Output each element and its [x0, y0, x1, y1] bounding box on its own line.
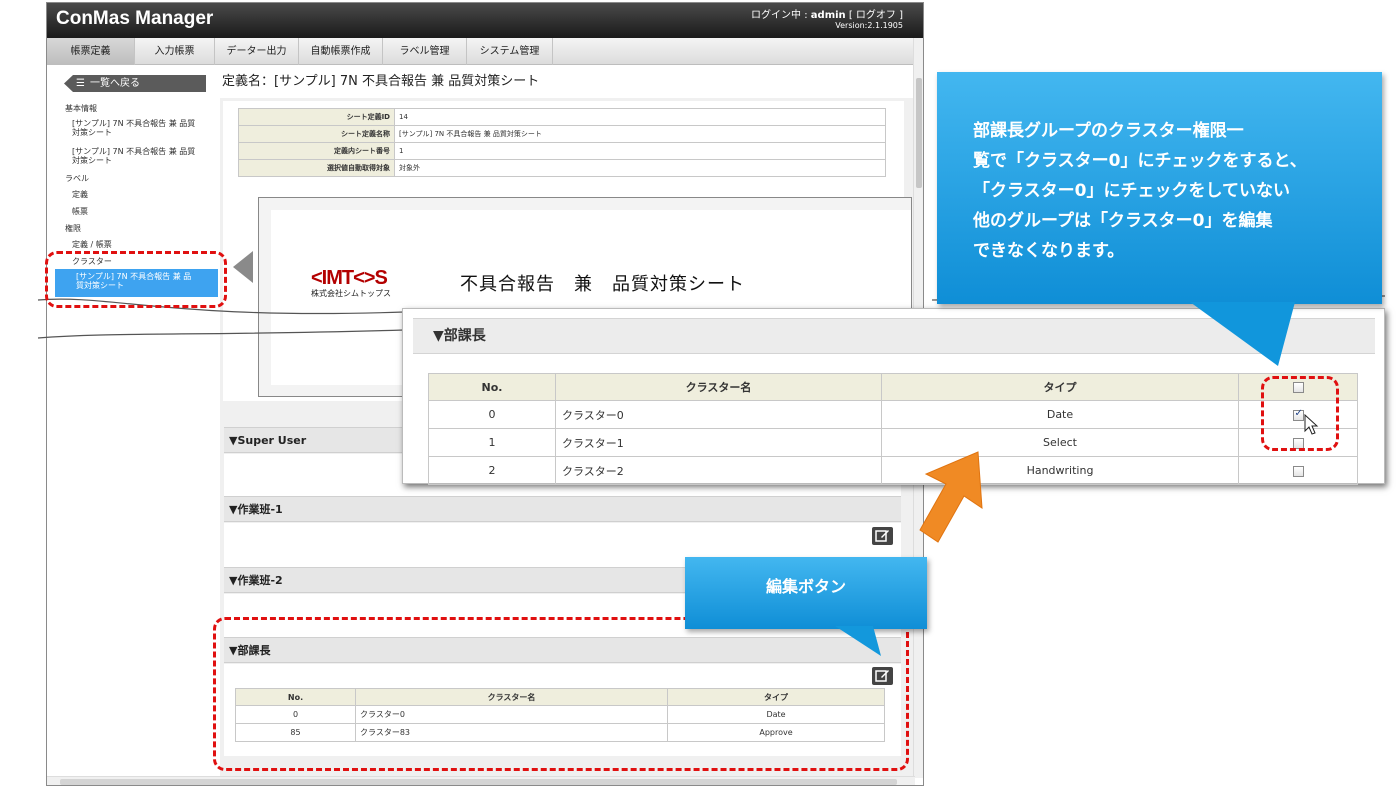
cell-no: 0: [428, 400, 556, 429]
callout-line: 他のグループは「クラスター0」を編集: [973, 211, 1273, 231]
cluster-2-checkbox[interactable]: [1292, 465, 1304, 477]
main-callout-pointer: [1190, 302, 1295, 366]
table-row: 1 クラスター1 Select: [428, 428, 1358, 457]
manager-section-highlight: [213, 617, 909, 771]
cell-checkbox: [1238, 456, 1358, 485]
callout-line: 「クラスター0」にチェックをしていない: [973, 181, 1290, 201]
column-header-cluster-name: クラスター名: [555, 373, 882, 401]
column-header-no: No.: [428, 373, 556, 401]
table-header-row: No. クラスター名 タイプ: [428, 373, 1358, 401]
table-row: 0 クラスター0 Date: [428, 400, 1358, 429]
cluster-permission-callout: 部課長グループのクラスター権限一 覧で「クラスター0」にチェックをすると、 「ク…: [937, 72, 1382, 304]
cell-type: Date: [881, 400, 1239, 429]
cell-cluster-name: クラスター2: [555, 456, 882, 485]
callout-line: 覧で「クラスター0」にチェックをすると、: [973, 151, 1307, 171]
callout-line: 部課長グループのクラスター権限一: [973, 121, 1244, 141]
callout-line: できなくなります。: [973, 241, 1125, 261]
sidebar-selection-highlight: [45, 251, 227, 308]
table-row: 2 クラスター2 Handwriting: [428, 456, 1358, 485]
cell-no: 1: [428, 428, 556, 457]
checkbox-column-highlight: [1261, 376, 1339, 451]
cell-cluster-name: クラスター0: [555, 400, 882, 429]
mouse-cursor-icon: [1304, 414, 1319, 435]
orange-pointer-arrow-icon: [919, 451, 983, 543]
cell-cluster-name: クラスター1: [555, 428, 882, 457]
edit-button-callout: 編集ボタン: [685, 557, 927, 629]
screenshot-root: ConMas Manager ログイン中 : admin [ ログオフ ] Ve…: [0, 0, 1397, 787]
column-header-type: タイプ: [881, 373, 1239, 401]
popup-cluster-table: No. クラスター名 タイプ 0 クラスター0 Date 1 クラスター1 Se…: [428, 373, 1358, 485]
edit-callout-pointer: [835, 626, 881, 656]
cell-no: 2: [428, 456, 556, 485]
